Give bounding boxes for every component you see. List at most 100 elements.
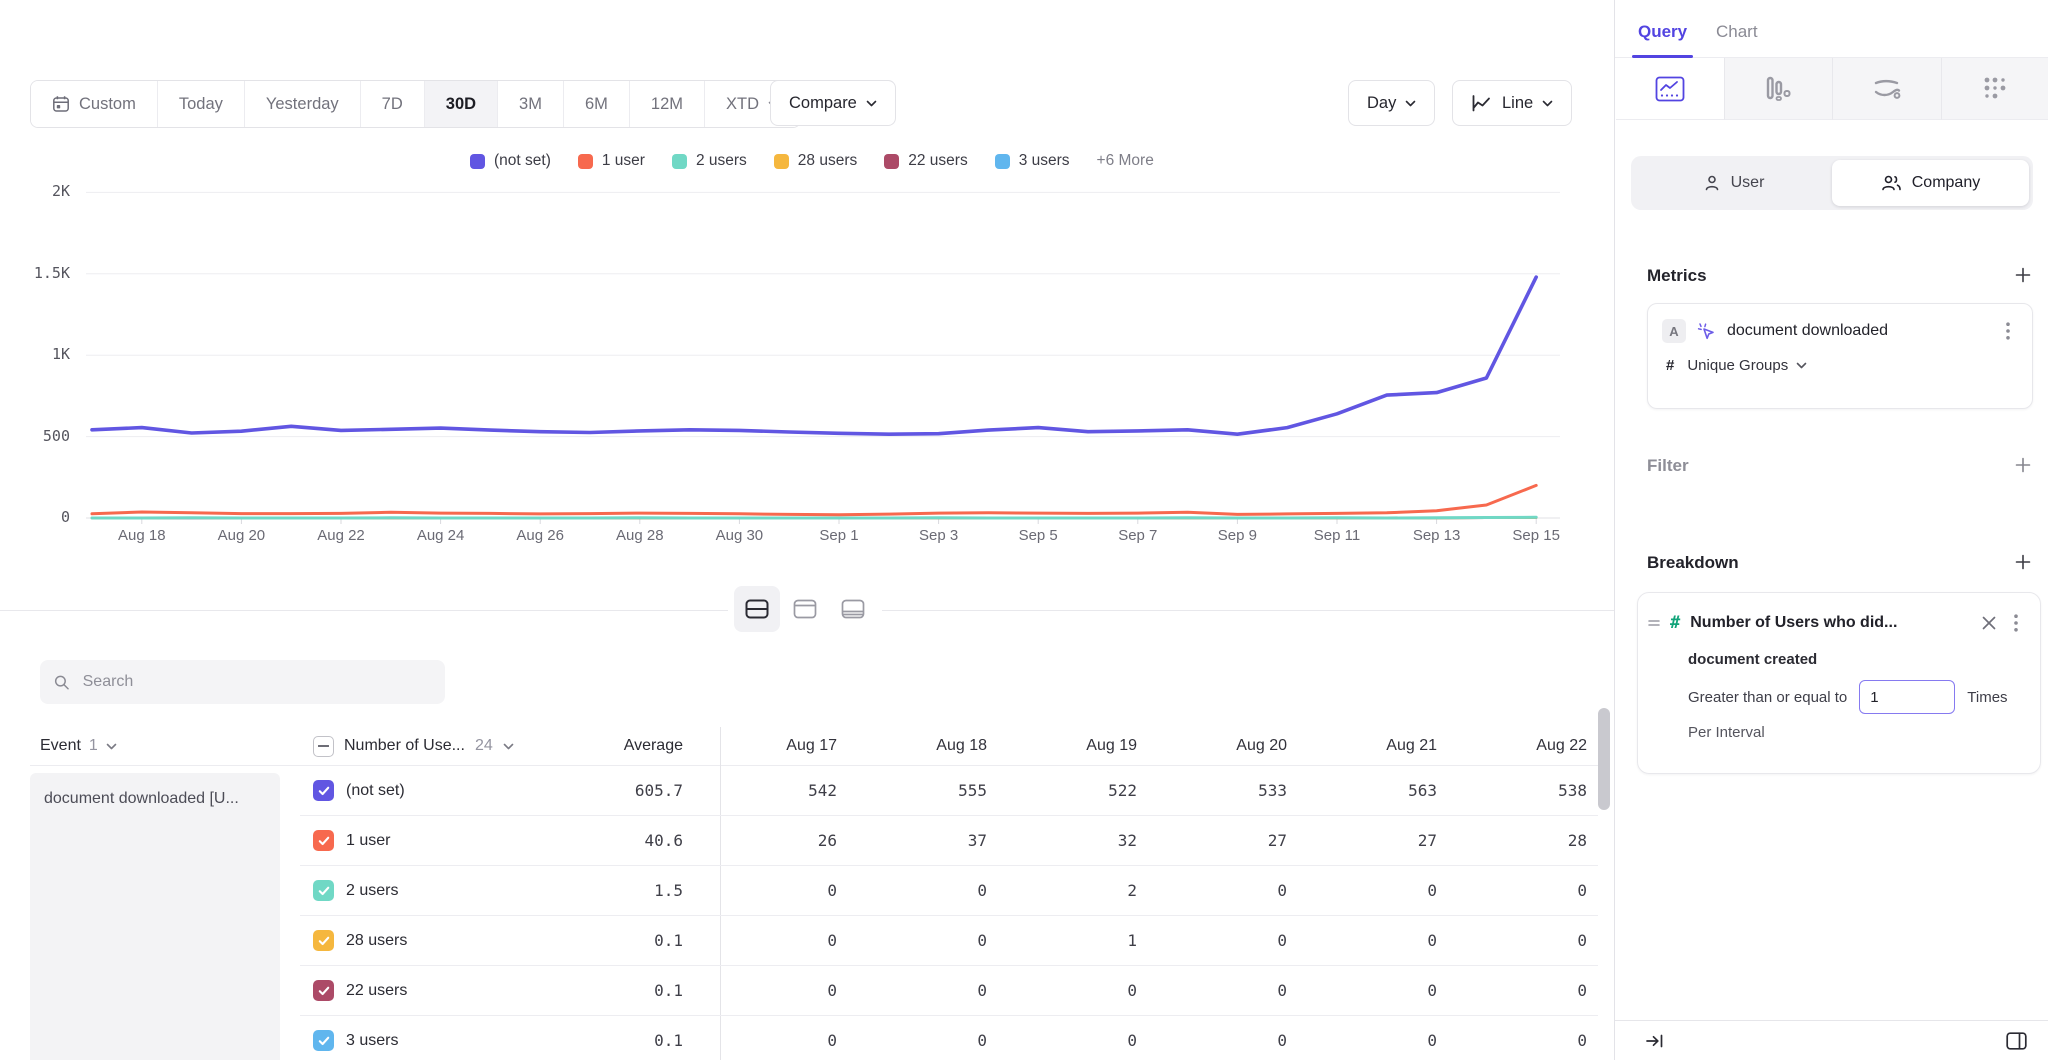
table-row: 1 user40.6263732272728 — [300, 816, 1598, 866]
toggle-sidebar-button[interactable] — [2006, 1032, 2027, 1050]
check-icon — [318, 936, 330, 946]
series-label-cell: 3 users — [300, 1030, 587, 1051]
x-tick-label: Sep 15 — [1491, 527, 1581, 544]
compare-button[interactable]: Compare — [770, 80, 896, 126]
layout-table-view-button[interactable] — [830, 586, 876, 632]
bar-chart-icon — [1764, 75, 1792, 103]
table-vertical-scrollbar[interactable] — [1598, 708, 1610, 810]
chart-type-dropdown[interactable]: Line — [1452, 80, 1572, 126]
legend-item[interactable]: 22 users — [884, 152, 967, 170]
legend-label: 22 users — [908, 152, 967, 170]
add-metric-button[interactable] — [2011, 263, 2035, 287]
date-column-header: Aug 17 — [707, 737, 857, 755]
layout-chart-view-button[interactable] — [782, 586, 828, 632]
split-view-icon — [745, 599, 769, 619]
aggregation-dropdown[interactable]: Unique Groups — [1687, 357, 1807, 374]
range-yesterday[interactable]: Yesterday — [245, 81, 361, 127]
cell-value: 563 — [1307, 781, 1457, 800]
range-6m[interactable]: 6M — [564, 81, 630, 127]
series-label: 28 users — [346, 932, 407, 950]
series-line-1-user — [92, 485, 1536, 514]
toggle-user-label: User — [1731, 174, 1765, 192]
chart-type-flow[interactable] — [1833, 58, 1942, 120]
x-tick-label: Sep 11 — [1292, 527, 1382, 544]
cell-value: 27 — [1157, 831, 1307, 850]
interval-dropdown[interactable]: Day — [1348, 80, 1435, 126]
date-range-group: CustomTodayYesterday7D30D3M6M12MXTD — [30, 80, 801, 128]
series-checkbox[interactable] — [313, 930, 334, 951]
panel-footer — [1615, 1020, 2048, 1060]
range-custom[interactable]: Custom — [31, 81, 158, 127]
tab-chart[interactable]: Chart — [1716, 22, 1758, 42]
range-today[interactable]: Today — [158, 81, 245, 127]
add-filter-button[interactable] — [2011, 453, 2035, 477]
x-tick-label: Aug 26 — [495, 527, 585, 544]
drag-handle-icon[interactable] — [1648, 618, 1660, 628]
event-column-dropdown[interactable]: Event 1 — [40, 727, 117, 765]
cell-value: 1 — [1007, 931, 1157, 950]
flow-chart-icon — [1872, 77, 1902, 101]
date-column-header: Aug 22 — [1457, 737, 1598, 755]
range-label: 12M — [651, 95, 683, 114]
range-3m[interactable]: 3M — [498, 81, 564, 127]
add-breakdown-button[interactable] — [2011, 550, 2035, 574]
cell-value: 0 — [707, 881, 857, 900]
range-label: Yesterday — [266, 95, 339, 114]
toggle-company[interactable]: Company — [1832, 160, 2029, 206]
search-input[interactable] — [81, 672, 431, 692]
select-all-checkbox[interactable] — [313, 736, 334, 757]
collapse-panel-button[interactable] — [1645, 1033, 1665, 1049]
breakdown-heading: Breakdown — [1647, 553, 1739, 573]
toggle-user[interactable]: User — [1635, 160, 1832, 206]
series-checkbox[interactable] — [313, 1030, 334, 1051]
tab-query[interactable]: Query — [1638, 22, 1687, 42]
line-chart-icon — [1655, 76, 1685, 102]
legend-item[interactable]: 2 users — [672, 152, 747, 170]
kebab-menu-icon[interactable] — [2006, 611, 2026, 635]
range-12m[interactable]: 12M — [630, 81, 705, 127]
legend-item[interactable]: (not set) — [470, 152, 551, 170]
layout-split-view-button[interactable] — [734, 586, 780, 632]
x-tick-label: Aug 24 — [396, 527, 486, 544]
event-spark-icon — [1697, 322, 1716, 341]
close-icon[interactable] — [1982, 616, 1996, 630]
series-label: 2 users — [346, 882, 398, 900]
cell-value: 0 — [1307, 1031, 1457, 1050]
legend-more[interactable]: +6 More — [1097, 152, 1154, 170]
chevron-down-icon — [106, 743, 117, 750]
plus-icon — [2015, 554, 2031, 570]
times-value-input[interactable] — [1859, 680, 1955, 714]
panel-layout-icon — [2006, 1032, 2027, 1050]
cell-value: 2 — [1007, 881, 1157, 900]
series-checkbox[interactable] — [313, 780, 334, 801]
metric-name[interactable]: document downloaded — [1727, 322, 1987, 340]
chart-type-label: Line — [1502, 94, 1533, 113]
series-checkbox[interactable] — [313, 980, 334, 1001]
legend-swatch — [774, 154, 789, 169]
check-icon — [318, 786, 330, 796]
kebab-menu-icon[interactable] — [1998, 319, 2018, 343]
range-30d[interactable]: 30D — [425, 81, 498, 127]
x-tick-label: Aug 20 — [196, 527, 286, 544]
series-label: 22 users — [346, 982, 407, 1000]
chart-type-scatter[interactable] — [1942, 58, 2048, 120]
average-value: 605.7 — [587, 781, 707, 800]
breakdown-title-row: # Number of Users who did... — [1638, 593, 2040, 635]
x-tick-label: Sep 13 — [1392, 527, 1482, 544]
chart-type-bar[interactable] — [1725, 58, 1834, 120]
series-column-dropdown[interactable]: Number of Use... 24 — [300, 736, 587, 757]
range-7d[interactable]: 7D — [361, 81, 425, 127]
filter-heading: Filter — [1647, 456, 1689, 476]
table-header-row: Number of Use... 24 Average Aug 17Aug 18… — [300, 727, 1598, 765]
table-row: 28 users0.1001000 — [300, 916, 1598, 966]
legend-item[interactable]: 28 users — [774, 152, 857, 170]
chart-type-line[interactable] — [1616, 58, 1725, 120]
metric-aggregation-row: # Unique Groups — [1648, 343, 2032, 374]
series-label-cell: 22 users — [300, 980, 587, 1001]
legend-item[interactable]: 1 user — [578, 152, 645, 170]
series-checkbox[interactable] — [313, 830, 334, 851]
chart-plot-area[interactable] — [0, 180, 1560, 530]
cell-value: 32 — [1007, 831, 1157, 850]
series-checkbox[interactable] — [313, 880, 334, 901]
legend-item[interactable]: 3 users — [995, 152, 1070, 170]
